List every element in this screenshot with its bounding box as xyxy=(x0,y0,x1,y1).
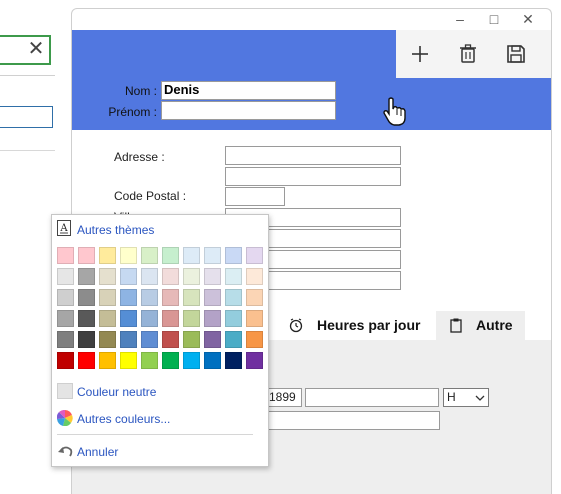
color-swatch[interactable] xyxy=(99,268,116,285)
color-swatch[interactable] xyxy=(162,331,179,348)
color-swatch[interactable] xyxy=(204,331,221,348)
color-swatch[interactable] xyxy=(120,310,137,327)
color-swatch[interactable] xyxy=(204,289,221,306)
color-swatch[interactable] xyxy=(246,289,263,306)
color-swatch[interactable] xyxy=(246,268,263,285)
color-swatch[interactable] xyxy=(120,331,137,348)
color-swatch[interactable] xyxy=(162,310,179,327)
autres-themes-item[interactable]: Autres thèmes xyxy=(77,223,154,237)
color-wheel-icon xyxy=(57,410,73,426)
background-input[interactable] xyxy=(0,106,53,128)
color-swatch[interactable] xyxy=(57,268,74,285)
color-swatch[interactable] xyxy=(225,310,242,327)
color-swatch[interactable] xyxy=(57,289,74,306)
color-swatch[interactable] xyxy=(183,289,200,306)
color-swatch[interactable] xyxy=(78,310,95,327)
color-swatch[interactable] xyxy=(141,310,158,327)
color-swatch[interactable] xyxy=(225,352,242,369)
save-icon[interactable] xyxy=(505,43,527,65)
color-swatch[interactable] xyxy=(183,352,200,369)
color-swatch[interactable] xyxy=(99,352,116,369)
color-swatch[interactable] xyxy=(246,352,263,369)
divider xyxy=(0,150,55,151)
trash-icon[interactable] xyxy=(457,43,479,65)
color-swatch[interactable] xyxy=(57,247,74,264)
tab-heures-par-jour[interactable]: Heures par jour xyxy=(317,311,420,340)
code-postal-input[interactable] xyxy=(225,187,285,206)
close-window-button[interactable]: ✕ xyxy=(516,8,540,30)
color-swatch[interactable] xyxy=(183,268,200,285)
close-icon[interactable]: ✕ xyxy=(26,38,46,60)
color-swatch[interactable] xyxy=(162,268,179,285)
divider xyxy=(0,75,55,76)
prenom-input[interactable] xyxy=(161,101,336,120)
color-swatch[interactable] xyxy=(78,268,95,285)
chevron-down-icon[interactable] xyxy=(475,394,485,402)
color-swatch[interactable] xyxy=(141,247,158,264)
color-swatch[interactable] xyxy=(120,289,137,306)
color-swatch[interactable] xyxy=(78,331,95,348)
maximize-button[interactable]: □ xyxy=(482,8,506,30)
annuler-item[interactable]: Annuler xyxy=(77,445,118,459)
themes-icon: A xyxy=(57,220,71,236)
color-swatch[interactable] xyxy=(78,352,95,369)
clipboard-icon xyxy=(450,318,462,333)
text-input[interactable] xyxy=(262,411,440,430)
color-swatch[interactable] xyxy=(246,331,263,348)
divider xyxy=(57,434,253,435)
color-swatch[interactable] xyxy=(99,247,116,264)
color-swatch[interactable] xyxy=(225,331,242,348)
hand-cursor-icon xyxy=(383,97,406,126)
couleur-neutre-item[interactable]: Couleur neutre xyxy=(77,385,156,399)
color-swatch[interactable] xyxy=(162,352,179,369)
code-postal-label: Code Postal : xyxy=(114,189,187,203)
text-input[interactable] xyxy=(305,388,439,407)
nom-input[interactable]: Denis xyxy=(161,81,336,100)
color-swatch[interactable] xyxy=(162,289,179,306)
color-swatch[interactable] xyxy=(225,268,242,285)
color-swatch[interactable] xyxy=(78,247,95,264)
color-swatch[interactable] xyxy=(120,352,137,369)
clock-icon xyxy=(289,318,303,333)
color-swatch[interactable] xyxy=(204,310,221,327)
color-swatch[interactable] xyxy=(141,331,158,348)
color-swatch[interactable] xyxy=(183,310,200,327)
autres-couleurs-item[interactable]: Autres couleurs... xyxy=(77,412,170,426)
color-swatch[interactable] xyxy=(141,289,158,306)
color-swatch[interactable] xyxy=(99,331,116,348)
color-swatch-grid xyxy=(57,247,267,377)
adresse-input-1[interactable] xyxy=(225,146,401,165)
undo-icon xyxy=(58,446,73,457)
nom-label: Nom : xyxy=(124,84,157,98)
color-swatch[interactable] xyxy=(225,289,242,306)
color-swatch[interactable] xyxy=(120,247,137,264)
color-swatch[interactable] xyxy=(183,247,200,264)
color-swatch[interactable] xyxy=(225,247,242,264)
color-swatch[interactable] xyxy=(57,352,74,369)
minimize-button[interactable]: – xyxy=(448,8,472,30)
color-swatch[interactable] xyxy=(204,247,221,264)
color-swatch[interactable] xyxy=(246,310,263,327)
adresse-input-2[interactable] xyxy=(225,167,401,186)
color-swatch[interactable] xyxy=(78,289,95,306)
color-swatch[interactable] xyxy=(204,268,221,285)
color-swatch[interactable] xyxy=(120,268,137,285)
prenom-label: Prénom : xyxy=(108,105,157,119)
color-swatch[interactable] xyxy=(57,310,74,327)
color-swatch[interactable] xyxy=(99,310,116,327)
neutral-color-swatch[interactable] xyxy=(57,383,73,399)
color-swatch[interactable] xyxy=(141,268,158,285)
tab-autre[interactable]: Autre xyxy=(476,311,513,340)
color-swatch[interactable] xyxy=(183,331,200,348)
color-swatch[interactable] xyxy=(141,352,158,369)
svg-text:A: A xyxy=(59,223,68,234)
color-swatch[interactable] xyxy=(57,331,74,348)
color-swatch[interactable] xyxy=(99,289,116,306)
color-swatch[interactable] xyxy=(204,352,221,369)
add-icon[interactable] xyxy=(409,43,431,65)
color-swatch[interactable] xyxy=(162,247,179,264)
color-swatch[interactable] xyxy=(246,247,263,264)
adresse-label: Adresse : xyxy=(114,150,165,164)
